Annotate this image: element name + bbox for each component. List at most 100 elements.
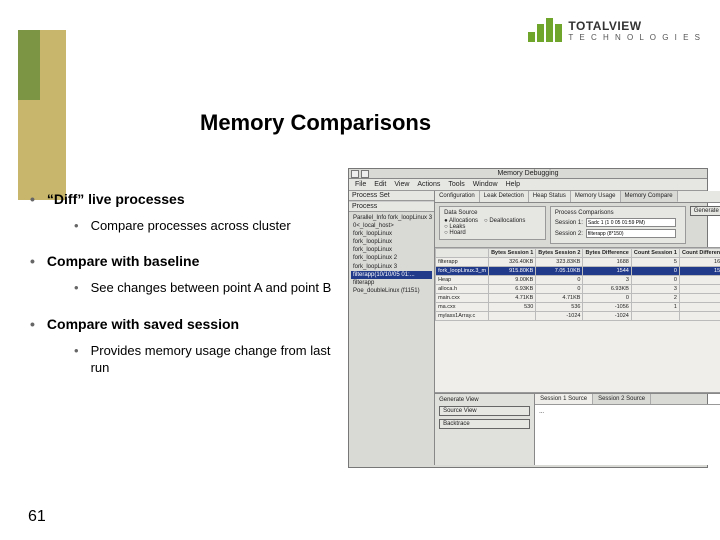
window-control-icon[interactable]: [361, 170, 369, 178]
row-cell: 3: [583, 276, 631, 285]
row-name: main.cxx: [436, 294, 489, 303]
menu-view[interactable]: View: [394, 181, 409, 188]
menu-window[interactable]: Window: [473, 181, 498, 188]
tab-memory-compare[interactable]: Memory Compare: [621, 191, 678, 202]
diff-table[interactable]: Bytes Session 1Bytes Session 2Bytes Diff…: [435, 248, 720, 393]
bullet-1a: • Compare processes across cluster: [74, 217, 340, 235]
tree-item[interactable]: fork_loopLinux 3: [351, 263, 432, 271]
source-tabs[interactable]: Session 1 Source Session 2 Source: [535, 394, 720, 405]
bullet-1-text: “Diff” live processes: [47, 190, 185, 209]
row-cell: 1: [631, 303, 679, 312]
tree-item[interactable]: fork_loopLinux: [351, 230, 432, 238]
row-cell: 3: [679, 276, 720, 285]
radio-hoard[interactable]: Hoard: [444, 230, 478, 236]
brand-subtitle: T E C H N O L O G I E S: [568, 33, 702, 42]
tree-item[interactable]: fork_loopLinux: [351, 246, 432, 254]
tab-session1-source[interactable]: Session 1 Source: [535, 394, 593, 404]
process-tree[interactable]: Parallel_Info fork_loopLinux 3 0<_local_…: [349, 212, 434, 465]
row-cell: -2: [679, 303, 720, 312]
tree-item[interactable]: filterapp(10/10/05 01:...: [351, 271, 432, 279]
process-comparisons-box: Process Comparisons Session 1: Session 2…: [550, 206, 686, 244]
tree-item[interactable]: Poe_doubleLinux (f1151): [351, 287, 432, 295]
process-comparisons-title: Process Comparisons: [555, 210, 681, 216]
row-cell: -1024: [536, 312, 583, 321]
session1-input[interactable]: [586, 218, 676, 227]
row-cell: 536: [536, 303, 583, 312]
row-cell: [631, 312, 679, 321]
tab-session2-source[interactable]: Session 2 Source: [593, 394, 651, 404]
row-cell: 3: [631, 285, 679, 294]
bullet-2a-text: See changes between point A and point B: [91, 279, 332, 297]
window-controls[interactable]: [351, 170, 369, 178]
table-row[interactable]: filterapp326.40KB323.83KB168851683: [436, 258, 720, 267]
row-cell: [489, 312, 536, 321]
bullet-dot-icon: •: [30, 252, 35, 271]
table-row[interactable]: alloca.h6.93KB06.93KB303: [436, 285, 720, 294]
table-header: Bytes Session 2: [536, 249, 583, 258]
menu-edit[interactable]: Edit: [374, 181, 386, 188]
tab-memory-usage[interactable]: Memory Usage: [571, 191, 621, 202]
row-name: mylass1Array.c: [436, 312, 489, 321]
row-cell: 915.80KB: [489, 267, 536, 276]
row-cell: 1683: [679, 258, 720, 267]
data-source-title: Data Source: [444, 210, 541, 216]
bullet-2: • Compare with baseline: [30, 252, 340, 271]
slide-title: Memory Comparisons: [200, 110, 431, 136]
row-cell: 1544: [679, 267, 720, 276]
menu-file[interactable]: File: [355, 181, 366, 188]
bullet-1a-text: Compare processes across cluster: [91, 217, 291, 235]
bullet-dot-icon: •: [30, 315, 35, 334]
menu-tools[interactable]: Tools: [448, 181, 464, 188]
tree-item[interactable]: fork_loopLinux: [351, 238, 432, 246]
tab-leak-detection[interactable]: Leak Detection: [480, 191, 529, 202]
tree-item[interactable]: fork_loopLinux 2: [351, 254, 432, 262]
row-name: filterapp: [436, 258, 489, 267]
generate-view-title: Generate View: [439, 397, 530, 403]
row-cell: 0: [631, 267, 679, 276]
bullet-dot-icon: •: [30, 190, 35, 209]
row-cell: 4.71KB: [489, 294, 536, 303]
table-row[interactable]: mylass1Array.c-1024-10240: [436, 312, 720, 321]
session2-input[interactable]: [586, 229, 676, 238]
session1-label: Session 1:: [555, 220, 583, 226]
row-cell: 0: [679, 294, 720, 303]
decorative-block: [18, 30, 66, 200]
row-name: fork_loopLinux.3_m: [436, 267, 489, 276]
row-name: ma.cxx: [436, 303, 489, 312]
menu-actions[interactable]: Actions: [417, 181, 440, 188]
bullet-dot-icon: •: [74, 217, 79, 235]
table-row[interactable]: main.cxx4.71KB4.71KB020: [436, 294, 720, 303]
generate-diff-button[interactable]: Generate Diff: [690, 206, 720, 216]
tab-heap-status[interactable]: Heap Status: [529, 191, 571, 202]
table-row[interactable]: Heap9.00KB0303: [436, 276, 720, 285]
menu-help[interactable]: Help: [506, 181, 520, 188]
table-row[interactable]: ma.cxx530536-10561-2: [436, 303, 720, 312]
row-name: Heap: [436, 276, 489, 285]
process-set-title: Process Set: [349, 191, 434, 201]
window-control-icon[interactable]: [351, 170, 359, 178]
tab-configuration[interactable]: Configuration: [435, 191, 480, 202]
session2-label: Session 2:: [555, 231, 583, 237]
source-view: ...: [535, 405, 720, 465]
row-cell: 1688: [583, 258, 631, 267]
backtrace-button[interactable]: Backtrace: [439, 419, 530, 429]
logo-bars-icon: [528, 18, 562, 42]
table-header: Bytes Difference: [583, 249, 631, 258]
process-set-panel: Process Set Process Parallel_Info fork_l…: [349, 191, 435, 465]
bullet-dot-icon: •: [74, 342, 79, 377]
row-cell: 323.83KB: [536, 258, 583, 267]
tree-item[interactable]: Parallel_Info fork_loopLinux 3: [351, 214, 432, 222]
menu-bar[interactable]: File Edit View Actions Tools Window Help: [349, 179, 707, 191]
tree-item[interactable]: 0<_local_host>: [351, 222, 432, 230]
brand-logo: TOTALVIEW T E C H N O L O G I E S: [528, 18, 702, 42]
row-cell: 2: [631, 294, 679, 303]
brand-name: TOTALVIEW: [568, 19, 702, 33]
tree-item[interactable]: filterapp: [351, 279, 432, 287]
tab-bar[interactable]: ConfigurationLeak DetectionHeap StatusMe…: [435, 191, 720, 203]
row-cell: 6.93KB: [489, 285, 536, 294]
row-cell: 1544: [583, 267, 631, 276]
radio-deallocations[interactable]: Deallocations: [484, 218, 525, 224]
table-row[interactable]: fork_loopLinux.3_m915.80KB7.05.10KB15440…: [436, 267, 720, 276]
source-view-button[interactable]: Source View: [439, 406, 530, 416]
generate-view-panel: Generate View Source View Backtrace: [435, 394, 535, 465]
